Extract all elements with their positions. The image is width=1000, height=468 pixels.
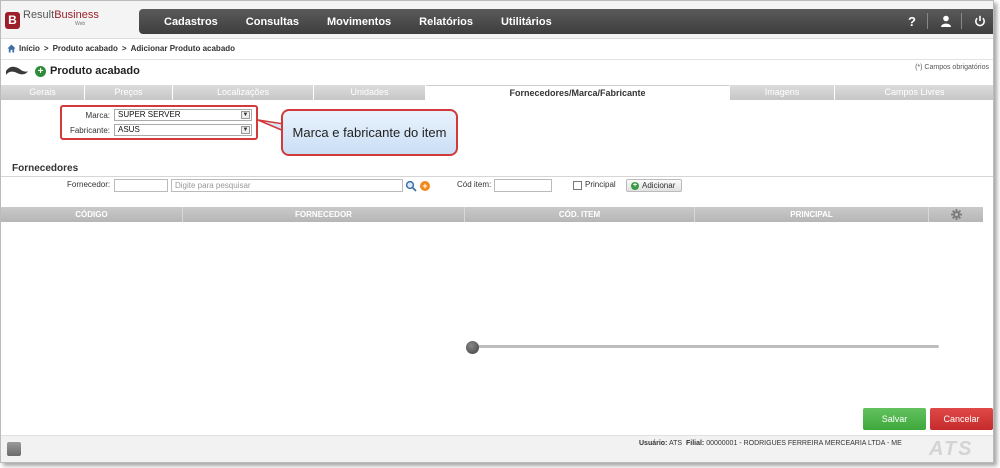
fornecedores-table-header: CÓDIGO FORNECEDOR CÓD. ITEM PRINCIPAL: [1, 207, 983, 222]
nav-item-consultas[interactable]: Consultas: [246, 16, 299, 28]
column-header-fornecedor[interactable]: FORNECEDOR: [183, 207, 465, 222]
breadcrumb-home[interactable]: Início: [19, 44, 40, 53]
fabricante-select[interactable]: ASUS ▼: [114, 124, 252, 136]
annotation-callout: Marca e fabricante do item: [281, 109, 458, 156]
fabricante-row: Fabricante: ASUS ▼: [64, 124, 252, 136]
fabricante-label: Fabricante:: [69, 125, 110, 135]
nav-item-relatorios[interactable]: Relatórios: [419, 16, 473, 28]
logo-name-1: Result: [23, 9, 55, 21]
tab-precos[interactable]: Preços: [85, 85, 173, 100]
breadcrumb-produto-acabado[interactable]: Produto acabado: [53, 44, 118, 53]
callout-text: Marca e fabricante do item: [292, 125, 447, 140]
page-title-row: + Produto acabado: [5, 65, 140, 77]
principal-label: Principal: [585, 180, 616, 189]
user-label: Usuário:: [639, 440, 668, 447]
main-nav: Cadastros Consultas Movimentos Relatório…: [139, 9, 993, 34]
tab-fornecedores-marca-fabricante[interactable]: Fornecedores/Marca/Fabricante: [426, 85, 730, 100]
column-header-codigo[interactable]: CÓDIGO: [1, 207, 183, 222]
nav-item-movimentos[interactable]: Movimentos: [327, 16, 391, 28]
marca-select[interactable]: SUPER SERVER ▼: [114, 109, 252, 121]
tab-unidades[interactable]: Unidades: [314, 85, 426, 100]
horizontal-scroll-thumb[interactable]: [466, 341, 479, 354]
cod-item-label: Cód item:: [457, 180, 492, 189]
ats-logo: ATS: [929, 438, 974, 460]
logo-badge: B: [5, 11, 20, 29]
add-button-label: Adicionar: [642, 181, 676, 190]
logo-sub: Web: [75, 21, 86, 27]
user-value: ATS: [668, 440, 683, 447]
marca-label: Marca:: [85, 110, 110, 120]
app-window: B ResultBusiness Web Cadastros Consultas…: [0, 0, 994, 463]
tab-campos-livres[interactable]: Campos Livres: [835, 85, 993, 100]
fornecedor-search-input[interactable]: Digite para pesquisar: [171, 179, 403, 192]
section-title-fornecedores: Fornecedores: [12, 163, 79, 174]
chevron-down-icon[interactable]: ▼: [241, 126, 250, 134]
tab-bar: Gerais Preços Localizações Unidades Forn…: [1, 85, 993, 100]
breadcrumb-separator: >: [121, 44, 127, 53]
breadcrumb-separator: >: [43, 44, 49, 53]
gear-icon[interactable]: [929, 207, 983, 222]
calculator-icon[interactable]: [7, 442, 21, 456]
user-icon[interactable]: [937, 13, 955, 29]
plus-icon: +: [631, 181, 639, 190]
help-icon[interactable]: ?: [903, 13, 921, 29]
required-fields-note: (*) Campos obrigatórios: [915, 64, 989, 71]
save-button[interactable]: Salvar: [863, 408, 926, 430]
breadcrumb: Início > Produto acabado > Adicionar Pro…: [7, 44, 239, 53]
back-arrow-icon[interactable]: [5, 65, 29, 77]
marca-row: Marca: SUPER SERVER ▼: [64, 109, 252, 121]
tab-imagens[interactable]: Imagens: [730, 85, 835, 100]
principal-checkbox[interactable]: [573, 181, 582, 190]
page-divider: [1, 59, 993, 60]
nav-item-cadastros[interactable]: Cadastros: [164, 16, 218, 28]
chevron-down-icon[interactable]: ▼: [241, 111, 250, 119]
cod-item-input[interactable]: [494, 179, 552, 192]
fornecedor-label: Fornecedor:: [67, 180, 111, 189]
add-button[interactable]: + Adicionar: [626, 179, 683, 192]
breadcrumb-current: Adicionar Produto acabado: [130, 44, 236, 53]
add-circle-icon: +: [35, 65, 46, 77]
marca-value: SUPER SERVER: [118, 110, 181, 119]
app-logo[interactable]: B ResultBusiness Web: [5, 9, 99, 29]
branch-value: 00000001 - RODRIGUES FERREIRA MERCEARIA …: [706, 440, 902, 447]
column-header-principal[interactable]: PRINCIPAL: [695, 207, 929, 222]
tab-gerais[interactable]: Gerais: [1, 85, 85, 100]
power-icon[interactable]: [971, 13, 989, 29]
cancel-button[interactable]: Cancelar: [930, 408, 993, 430]
session-info: Usuário: ATS Filial: 00000001 - RODRIGUE…: [639, 440, 902, 447]
fornecedor-code-input[interactable]: [114, 179, 168, 192]
horizontal-scroll-track[interactable]: [473, 345, 939, 348]
home-icon[interactable]: [7, 44, 16, 53]
add-fornecedor-icon[interactable]: +: [420, 181, 430, 191]
nav-divider: [961, 13, 962, 29]
column-header-cod-item[interactable]: CÓD. ITEM: [465, 207, 695, 222]
search-icon[interactable]: [405, 180, 417, 192]
branch-label: Filial:: [685, 440, 705, 447]
tab-localizacoes[interactable]: Localizações: [173, 85, 314, 100]
page-title: Produto acabado: [50, 65, 140, 77]
top-bar: B ResultBusiness Web Cadastros Consultas…: [1, 1, 993, 39]
nav-divider: [927, 13, 928, 29]
fornecedor-filter-row: Fornecedor: Digite para pesquisar + Cód …: [1, 179, 993, 193]
fabricante-value: ASUS: [118, 125, 140, 134]
section-divider: [1, 176, 993, 177]
status-bar: Usuário: ATS Filial: 00000001 - RODRIGUE…: [1, 435, 993, 462]
nav-item-utilitarios[interactable]: Utilitários: [501, 16, 552, 28]
fornecedores-table-body: [1, 222, 983, 332]
